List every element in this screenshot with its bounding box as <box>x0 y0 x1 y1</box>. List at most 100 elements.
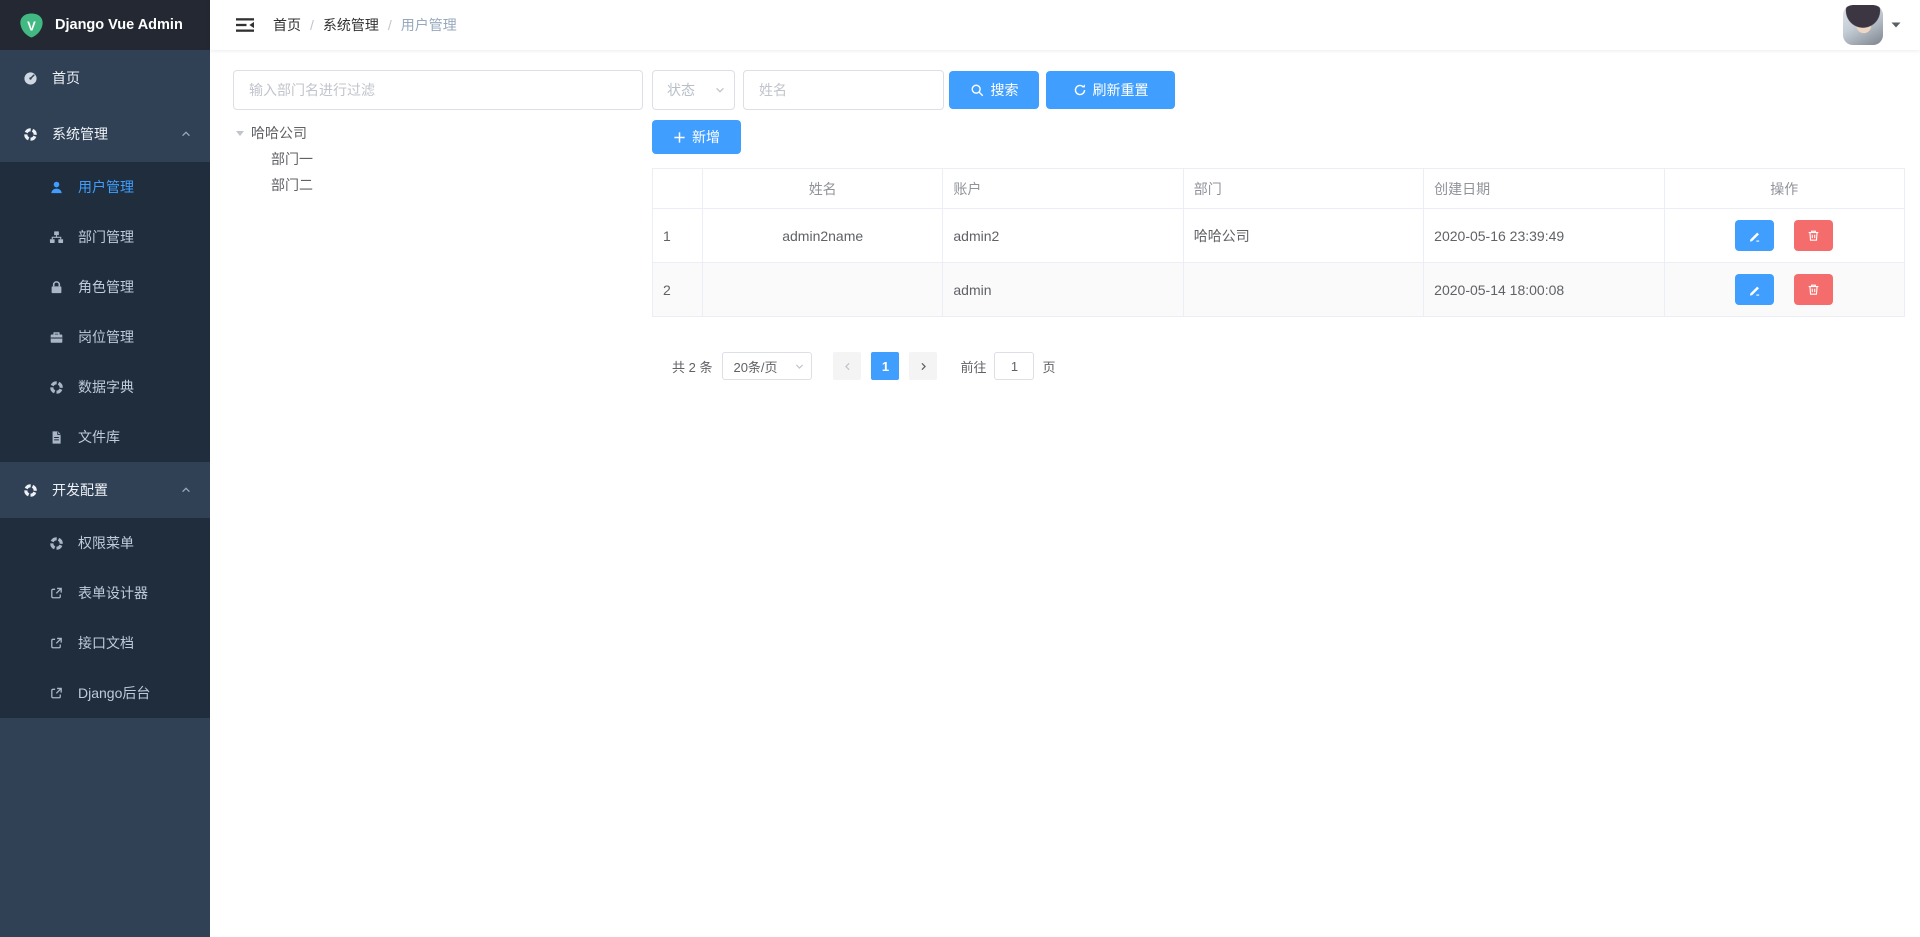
edit-icon <box>1748 229 1761 242</box>
svg-text:V: V <box>27 18 36 33</box>
col-header-dept: 部门 <box>1183 169 1423 209</box>
prev-page-button[interactable] <box>833 352 861 380</box>
page-unit-label: 页 <box>1042 357 1055 376</box>
col-header-account: 账户 <box>943 169 1183 209</box>
pagination-total: 共 2 条 <box>672 357 712 376</box>
filter-row: 状态 搜索 刷新重置 <box>652 70 1905 110</box>
sidebar-item-role-management[interactable]: 角色管理 <box>0 262 210 312</box>
sidebar-item-permission-menu[interactable]: 权限菜单 <box>0 518 210 568</box>
cell-created: 2020-05-16 23:39:49 <box>1424 209 1664 263</box>
sidebar-item-user-management[interactable]: 用户管理 <box>0 162 210 212</box>
chevron-down-icon <box>794 361 805 372</box>
sidebar: V Django Vue Admin 首页 系统管理 <box>0 0 210 937</box>
component-icon <box>48 380 64 395</box>
breadcrumb-separator: / <box>310 17 314 33</box>
tree-node-label: 部门一 <box>271 149 313 169</box>
sidebar-item-label: 数据字典 <box>78 377 192 397</box>
status-select[interactable]: 状态 <box>652 70 735 110</box>
sidebar-item-post-management[interactable]: 岗位管理 <box>0 312 210 362</box>
tree-node-root[interactable]: 哈哈公司 <box>233 120 643 146</box>
department-filter-input[interactable] <box>233 70 643 110</box>
cell-name: admin2name <box>703 209 943 263</box>
sidebar-item-system-management[interactable]: 系统管理 <box>0 106 210 162</box>
sidebar-item-label: 表单设计器 <box>78 583 192 603</box>
cell-name <box>703 263 943 317</box>
page-size-value: 20条/页 <box>733 357 777 376</box>
tree-children: 部门一 部门二 <box>233 146 643 198</box>
delete-icon <box>1807 283 1820 296</box>
pagination: 共 2 条 20条/页 1 前往 页 <box>672 352 1905 380</box>
sidebar-item-label: 用户管理 <box>78 177 192 197</box>
goto-label: 前往 <box>960 357 986 376</box>
edit-button[interactable] <box>1735 220 1774 251</box>
dashboard-icon <box>22 71 38 86</box>
page-number-1[interactable]: 1 <box>871 352 899 380</box>
document-icon <box>48 430 64 445</box>
add-button[interactable]: 新增 <box>652 120 741 154</box>
app-title: Django Vue Admin <box>55 17 183 33</box>
breadcrumb: 首页 / 系统管理 / 用户管理 <box>273 15 457 35</box>
refresh-reset-button[interactable]: 刷新重置 <box>1046 71 1175 109</box>
col-header-actions: 操作 <box>1664 169 1904 209</box>
cell-index: 2 <box>653 263 703 317</box>
cell-dept: 哈哈公司 <box>1183 209 1423 263</box>
sidebar-item-django-admin[interactable]: Django后台 <box>0 668 210 718</box>
breadcrumb-current: 用户管理 <box>401 15 457 35</box>
tree-node-label: 部门二 <box>271 175 313 195</box>
sidebar-item-api-docs[interactable]: 接口文档 <box>0 618 210 668</box>
sidebar-item-label: 部门管理 <box>78 227 192 247</box>
search-button[interactable]: 搜索 <box>949 71 1039 109</box>
sidebar-item-label: 权限菜单 <box>78 533 192 553</box>
refresh-icon <box>1073 83 1087 97</box>
cell-created: 2020-05-14 18:00:08 <box>1424 263 1664 317</box>
page-size-select[interactable]: 20条/页 <box>722 352 812 380</box>
table-header-row: 姓名 账户 部门 创建日期 操作 <box>653 169 1905 209</box>
goto-page-input[interactable] <box>994 352 1034 380</box>
breadcrumb-home[interactable]: 首页 <box>273 15 301 35</box>
caret-down-icon[interactable] <box>1890 20 1902 30</box>
chevron-down-icon <box>714 84 726 96</box>
department-tree: 哈哈公司 部门一 部门二 <box>233 120 643 198</box>
submenu-system-management: 用户管理 部门管理 角色管理 岗位管理 <box>0 162 210 462</box>
name-filter-input[interactable] <box>743 70 944 110</box>
chevron-up-icon <box>180 484 192 496</box>
user-table: 姓名 账户 部门 创建日期 操作 1 admin2name admin2 哈哈公… <box>652 168 1905 317</box>
component-icon <box>48 536 64 551</box>
topbar: 首页 / 系统管理 / 用户管理 <box>210 0 1920 50</box>
edit-button[interactable] <box>1735 274 1774 305</box>
user-avatar[interactable] <box>1843 5 1883 45</box>
delete-button[interactable] <box>1794 274 1833 305</box>
col-header-created: 创建日期 <box>1424 169 1664 209</box>
tree-node-child[interactable]: 部门二 <box>233 172 643 198</box>
submenu-dev-config: 权限菜单 表单设计器 接口文档 Django后台 <box>0 518 210 718</box>
hamburger-icon[interactable] <box>225 10 265 40</box>
sidebar-item-home[interactable]: 首页 <box>0 50 210 106</box>
sidebar-item-dept-management[interactable]: 部门管理 <box>0 212 210 262</box>
sidebar-item-label: 角色管理 <box>78 277 192 297</box>
delete-button[interactable] <box>1794 220 1833 251</box>
breadcrumb-section[interactable]: 系统管理 <box>323 15 379 35</box>
sidebar-item-dev-config[interactable]: 开发配置 <box>0 462 210 518</box>
sidebar-item-label: 开发配置 <box>52 480 180 500</box>
sidebar-item-form-designer[interactable]: 表单设计器 <box>0 568 210 618</box>
table-row: 1 admin2name admin2 哈哈公司 2020-05-16 23:3… <box>653 209 1905 263</box>
component-icon <box>22 483 38 498</box>
component-icon <box>22 127 38 142</box>
page-content: 哈哈公司 部门一 部门二 状态 <box>210 50 1920 937</box>
next-page-button[interactable] <box>909 352 937 380</box>
sidebar-item-file-library[interactable]: 文件库 <box>0 412 210 462</box>
plus-icon <box>673 131 686 144</box>
app-logo-icon: V <box>18 12 45 39</box>
app-logo-bar: V Django Vue Admin <box>0 0 210 50</box>
sidebar-item-label: 岗位管理 <box>78 327 192 347</box>
sidebar-item-data-dictionary[interactable]: 数据字典 <box>0 362 210 412</box>
tree-caret-icon[interactable] <box>235 129 245 138</box>
lock-icon <box>48 280 64 295</box>
sidebar-item-label: Django后台 <box>78 683 192 703</box>
delete-icon <box>1807 229 1820 242</box>
edit-icon <box>1748 283 1761 296</box>
cell-actions <box>1664 209 1904 263</box>
department-panel: 哈哈公司 部门一 部门二 <box>233 70 643 198</box>
tree-node-child[interactable]: 部门一 <box>233 146 643 172</box>
sidebar-item-label: 首页 <box>52 68 192 88</box>
